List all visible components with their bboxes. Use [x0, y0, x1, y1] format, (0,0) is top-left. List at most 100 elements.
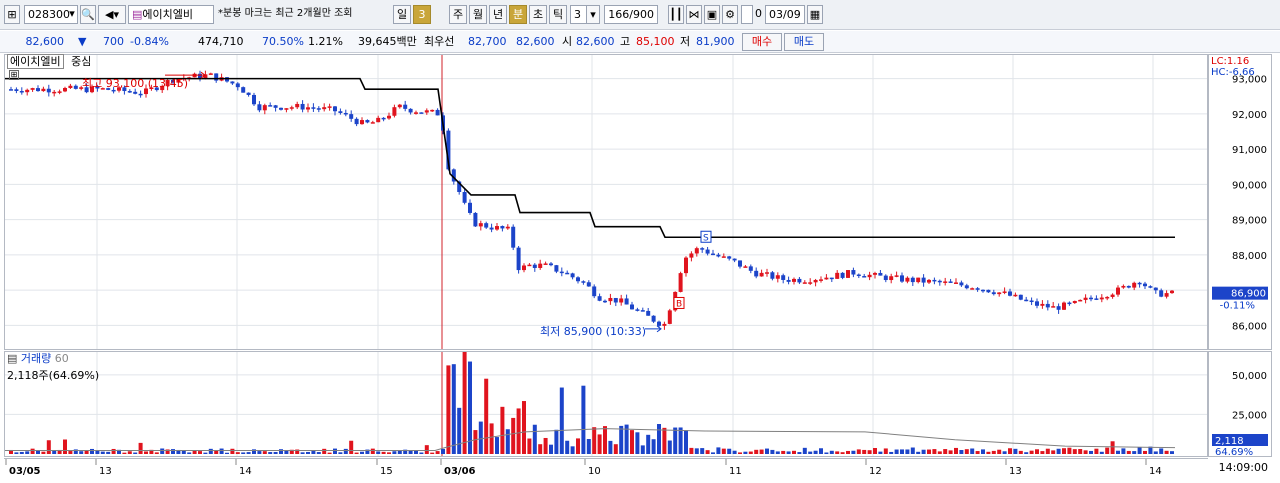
volume-bar [138, 442, 143, 454]
candle [262, 105, 267, 111]
volume-bar [570, 446, 575, 454]
date-field[interactable]: 03/09 [765, 5, 805, 24]
volume-bar [354, 452, 359, 454]
candle [1008, 291, 1012, 296]
candle [716, 254, 721, 257]
sound-icon[interactable]: ◀▾ [98, 5, 126, 24]
volume-bar [721, 448, 726, 454]
volume-bar [959, 449, 964, 454]
expand-icon[interactable]: ⊞ [9, 70, 19, 80]
volume-bar [765, 448, 769, 454]
volume-bar [1035, 449, 1039, 454]
volume-bar [867, 450, 872, 454]
open-label: 시 [562, 35, 573, 48]
volume-bar [1110, 441, 1115, 454]
candle [916, 277, 921, 283]
low-arrow [645, 325, 662, 333]
volume-bar [338, 452, 343, 454]
gear-icon[interactable]: ⚙ [722, 5, 738, 24]
volume-bar [975, 451, 980, 454]
candle [435, 109, 440, 116]
period-minute[interactable]: 분 [509, 5, 527, 24]
candle [500, 226, 505, 229]
period-day-count[interactable]: 3 [413, 5, 431, 24]
line-tool-icon[interactable]: ⋈ [686, 5, 702, 24]
volume-pane[interactable]: ▤ 거래량 60 2,118주(64.69%) [4, 270, 1208, 457]
volume-bar [219, 448, 224, 454]
candle [727, 256, 732, 259]
chart-icon[interactable]: ⊞ [4, 5, 20, 24]
search-icon[interactable]: 🔍 [80, 5, 96, 24]
volume-bar [532, 424, 537, 454]
candle [889, 276, 894, 281]
candle [932, 279, 937, 282]
open-price: 82,600 [576, 35, 615, 48]
volume-bar [1067, 447, 1072, 454]
calendar-icon[interactable]: ▦ [807, 5, 823, 24]
legend-name[interactable]: 에이치엘비 [7, 54, 64, 69]
candle [948, 281, 953, 283]
volume-axis: 50,000 25,000 2,118 64.69% [1208, 351, 1272, 458]
candle [835, 272, 840, 279]
candle [1126, 285, 1131, 288]
buy-button[interactable]: 매수 [742, 33, 782, 51]
candle [694, 248, 699, 254]
save-icon[interactable]: ▣ [704, 5, 720, 24]
price-tick: 91,000 [1232, 145, 1267, 156]
candle [295, 103, 300, 108]
current-volume-label: 2,118 [1215, 436, 1244, 447]
candle-icon[interactable]: ┃┃ [668, 5, 684, 24]
volume-bar [856, 449, 861, 454]
candle [1029, 300, 1034, 303]
candle [608, 297, 613, 302]
candle [381, 117, 386, 120]
candle [543, 263, 548, 265]
period-tick[interactable]: 틱 [549, 5, 567, 24]
time-tick: 13 [99, 466, 112, 477]
volume-bar [549, 444, 553, 454]
candle [403, 104, 408, 109]
count-field[interactable]: 166/900 [604, 5, 658, 24]
period-year[interactable]: 년 [489, 5, 507, 24]
candle [73, 85, 78, 89]
volume-bar [1126, 450, 1131, 454]
price-pane[interactable]: BS 에이치엘비 중심 ⊞ 최고 93,100 (13:45) 최저 85,90… [4, 54, 1208, 350]
candle [365, 120, 370, 123]
volume-bar [597, 434, 602, 454]
price-axis-svg: 93,00092,00091,00090,00089,00088,00087,0… [1212, 75, 1268, 332]
period-month[interactable]: 월 [469, 5, 487, 24]
volume-chart [5, 270, 1207, 456]
volume-bar [1099, 451, 1104, 454]
volume-bar [797, 452, 802, 454]
volume-bar [160, 448, 165, 454]
period-week[interactable]: 주 [449, 5, 467, 24]
volume-bar [235, 452, 240, 454]
volume-bar [327, 452, 332, 454]
volume-bar [748, 451, 753, 454]
volume-bar [948, 450, 953, 454]
clock: 14:09:00 [1218, 461, 1268, 474]
volume-bar [441, 448, 445, 454]
candle [937, 280, 942, 283]
date-checkbox[interactable] [741, 5, 753, 24]
candle [473, 212, 478, 227]
volume-bar [781, 450, 786, 454]
volume-bar [1056, 448, 1061, 454]
zero-label: 0 [755, 7, 762, 20]
candle [532, 264, 537, 268]
candle [905, 277, 910, 282]
period-second[interactable]: 초 [529, 5, 547, 24]
period-day[interactable]: 일 [393, 5, 411, 24]
candle [910, 277, 915, 283]
volume-bar [802, 447, 807, 454]
time-tick: 13 [1009, 466, 1022, 477]
chevron-down-icon[interactable]: ▾ [586, 5, 600, 24]
volume-label[interactable]: 거래량 [21, 352, 51, 365]
stock-name: ▤에이치엘비 [128, 5, 214, 24]
sell-button[interactable]: 매도 [784, 33, 824, 51]
chevron-down-icon[interactable]: ▾ [66, 5, 78, 24]
candle [738, 260, 742, 267]
toolbar: ⊞ 028300 ▾ 🔍 ◀▾ ▤에이치엘비 *분봉 마크는 최근 2개월만 조… [0, 0, 1280, 30]
volume-bar [527, 438, 532, 454]
volume-bar [1051, 450, 1056, 454]
